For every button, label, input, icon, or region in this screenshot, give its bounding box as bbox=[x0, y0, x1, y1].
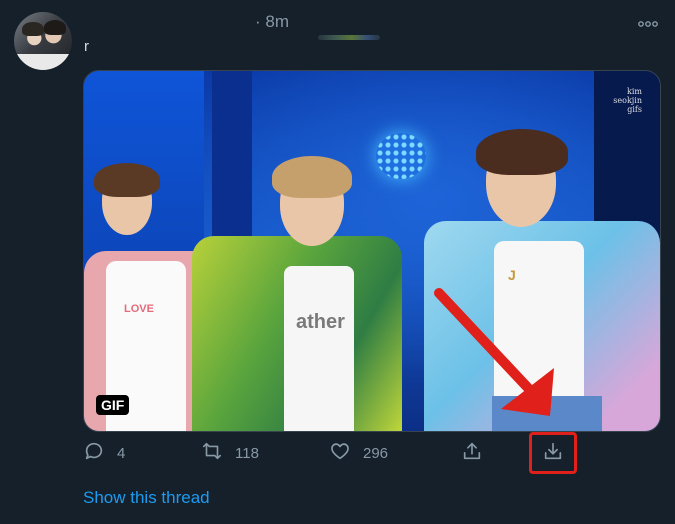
like-count: 296 bbox=[363, 444, 389, 462]
annotation-arrow bbox=[434, 288, 554, 416]
reply-icon bbox=[83, 440, 105, 466]
retweet-button[interactable]: 118 bbox=[201, 440, 259, 466]
share-button[interactable] bbox=[461, 440, 483, 466]
retweet-count: 118 bbox=[235, 444, 259, 462]
like-button[interactable]: 296 bbox=[329, 440, 388, 466]
show-thread-link[interactable]: Show this thread bbox=[83, 488, 210, 508]
reply-count: 4 bbox=[117, 444, 126, 462]
author-handle[interactable]: r bbox=[84, 38, 89, 55]
like-icon bbox=[329, 440, 351, 466]
download-icon bbox=[542, 440, 564, 466]
avatar[interactable] bbox=[14, 12, 72, 70]
download-button[interactable] bbox=[529, 432, 577, 474]
gif-media[interactable]: kim seokjin gifs LOVE ather J GIF bbox=[83, 70, 661, 432]
tweet-timestamp[interactable]: · 8m bbox=[255, 12, 289, 32]
author-name-blur bbox=[318, 35, 380, 40]
more-icon[interactable] bbox=[638, 12, 658, 33]
gif-badge: GIF bbox=[96, 395, 130, 415]
share-icon bbox=[461, 440, 483, 466]
retweet-icon bbox=[201, 440, 223, 466]
tweet-actions: 4 118 296 bbox=[83, 432, 583, 474]
reply-button[interactable]: 4 bbox=[83, 440, 125, 466]
